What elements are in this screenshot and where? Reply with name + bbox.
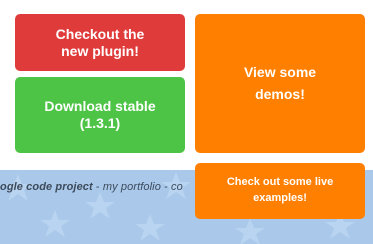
portfolio-link[interactable]: my portfolio (103, 181, 161, 193)
download-stable-label-line1: Download stable (44, 98, 156, 115)
view-demos-label-line1: View some (243, 63, 317, 80)
checkout-plugin-label: Checkout the new plugin! (56, 26, 145, 60)
download-stable-label-line2: (1.3.1) (79, 115, 121, 131)
live-examples-label-line1: Check out some live (226, 176, 334, 189)
view-demos-button[interactable]: View some demos! (195, 14, 365, 153)
checkout-plugin-label-line1: Checkout the (55, 25, 145, 42)
view-demos-label: View some demos! (244, 62, 316, 105)
view-demos-label-line2: demos! (255, 85, 305, 102)
page: ogle code project - my portfolio - co Ch… (0, 0, 373, 244)
download-stable-label: Download stable (1.3.1) (44, 98, 155, 132)
download-stable-button[interactable]: Download stable (1.3.1) (15, 77, 185, 153)
checkout-plugin-button[interactable]: Checkout the new plugin! (15, 14, 185, 71)
footer-links: ogle code project - my portfolio - co (0, 181, 183, 193)
footer-trailing-link[interactable]: co (171, 181, 183, 193)
footer-separator: - (92, 181, 103, 193)
google-code-project-link[interactable]: ogle code project (0, 181, 93, 193)
checkout-plugin-label-line2: new plugin! (61, 42, 139, 59)
live-examples-label: Check out some live examples! (227, 175, 333, 207)
live-examples-label-line2: examples! (253, 192, 307, 204)
live-examples-button[interactable]: Check out some live examples! (195, 163, 365, 219)
footer-separator: - (160, 181, 171, 193)
